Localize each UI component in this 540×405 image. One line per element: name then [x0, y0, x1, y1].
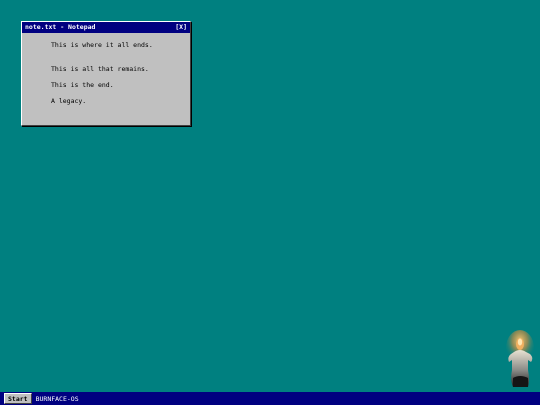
os-label: BURNFACE-OS: [35, 394, 79, 403]
note-line: This is the end.: [51, 81, 114, 89]
close-button[interactable]: [X]: [175, 22, 187, 33]
start-button[interactable]: Start: [4, 393, 32, 404]
notepad-content[interactable]: This is where it all ends. This is all t…: [22, 33, 190, 105]
window-title: note.txt - Notepad: [25, 23, 96, 31]
notepad-window[interactable]: note.txt - Notepad [X] This is where it …: [21, 21, 191, 126]
note-line: This is where it all ends.: [51, 41, 153, 49]
burning-figure-icon: [504, 330, 538, 390]
taskbar: Start BURNFACE-OS: [0, 392, 540, 405]
window-titlebar[interactable]: note.txt - Notepad [X]: [22, 22, 190, 33]
note-line: This is all that remains.: [51, 65, 149, 73]
note-line: A legacy.: [51, 97, 87, 105]
